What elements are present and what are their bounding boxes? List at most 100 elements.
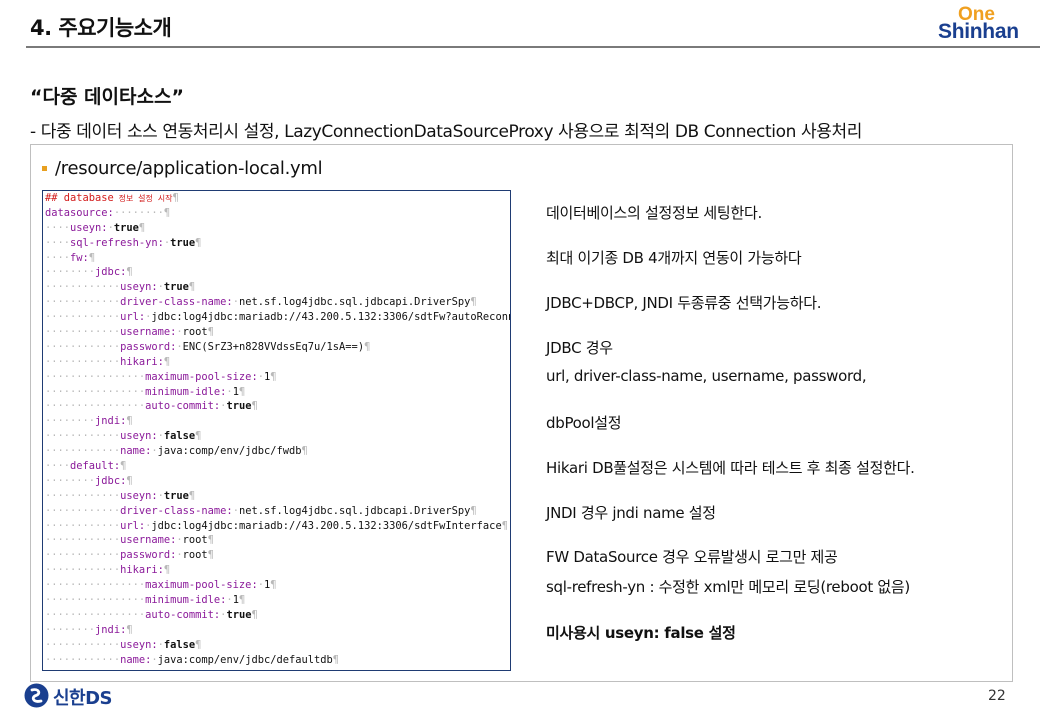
code-indent: ············ [45, 281, 121, 294]
pilcrow-mark: ¶ [188, 281, 196, 294]
code-key: maximum-pool-size: [145, 370, 258, 383]
code-indent: ···· [45, 236, 71, 249]
code-indent: ············ [45, 549, 121, 562]
shinhan-logo-icon [24, 683, 49, 708]
code-value: net.sf.log4jdbc.sql.jdbcapi.DriverSpy [238, 504, 471, 517]
code-key: username: [120, 534, 177, 547]
header-divider [26, 46, 1040, 48]
code-key: url: [120, 311, 146, 324]
code-indent: ················ [45, 594, 146, 607]
note-item: JDBC+DBCP, JNDI 두종류중 선택가능하다. [546, 294, 822, 312]
code-line: ················auto-commit:·true¶ [43, 399, 510, 414]
section-description: - 다중 데이터 소스 연동처리시 설정, LazyConnectionData… [30, 122, 862, 142]
code-value: true [226, 400, 252, 413]
code-indent: ···· [45, 460, 71, 473]
pilcrow-mark: ¶ [364, 340, 371, 353]
code-indent: ············ [45, 653, 121, 666]
code-key: sql-refresh-yn: [70, 236, 164, 249]
code-indent: ············ [45, 430, 121, 443]
code-key: jndi: [95, 415, 127, 428]
code-indent: ················ [45, 400, 146, 413]
code-value: jdbc:log4jdbc:mariadb://43.200.5.132:330… [151, 519, 502, 532]
code-line: ············url:·jdbc:log4jdbc:mariadb:/… [43, 519, 510, 534]
pilcrow-mark: ¶ [188, 489, 196, 502]
code-line: ············hikari:¶ [43, 563, 510, 578]
code-line: ········jdbc:¶ [43, 265, 510, 280]
code-line: ## database 정보 설정 시작¶ [43, 191, 510, 206]
code-value: false [163, 638, 196, 651]
pilcrow-mark: ¶ [332, 653, 340, 666]
code-line: ············password:·root¶ [43, 548, 510, 563]
pilcrow-mark: ¶ [301, 445, 308, 458]
code-indent: ············ [45, 519, 121, 532]
code-key: jdbc: [95, 266, 127, 279]
code-indent: ············ [45, 340, 121, 353]
code-indent: ········ [45, 266, 96, 279]
code-indent: ············ [45, 355, 121, 368]
code-indent: ···· [45, 221, 71, 234]
code-indent: ········ [45, 474, 96, 487]
code-key: useyn: [120, 638, 158, 651]
pilcrow-mark: ¶ [238, 385, 246, 398]
code-line: ················minimum-idle:·1¶ [43, 385, 510, 400]
code-key: hikari: [120, 355, 164, 368]
code-key: datasource: [45, 206, 114, 219]
code-indent: ················ [45, 385, 146, 398]
pilcrow-mark: ········¶ [113, 206, 171, 219]
code-key: useyn: [120, 430, 158, 443]
code-value: true [170, 236, 196, 249]
code-value: root [182, 534, 208, 547]
pilcrow-mark: ¶ [138, 221, 146, 234]
code-key: useyn: [120, 489, 158, 502]
note-item: 데이터베이스의 설정정보 세팅한다. [546, 204, 762, 222]
code-indent: ············ [45, 504, 121, 517]
pilcrow-mark: ¶ [126, 474, 133, 487]
code-line: ················maximum-pool-size:·1¶ [43, 370, 510, 385]
code-line: ············hikari:¶ [43, 355, 510, 370]
code-value: jdbc:log4jdbc:mariadb://43.200.5.132:330… [151, 311, 510, 324]
code-value: ENC(SrZ3+n828VVdssEq7u/1sA==) [182, 340, 365, 353]
pilcrow-mark: ¶ [470, 504, 477, 517]
note-item: dbPool설정 [546, 414, 622, 432]
code-line: ········jndi:¶ [43, 414, 510, 429]
code-key: minimum-idle: [145, 385, 227, 398]
pilcrow-mark: ¶ [88, 251, 96, 264]
code-line: datasource:········¶ [43, 206, 510, 221]
code-indent: ············ [45, 311, 121, 324]
code-key: maximum-pool-size: [145, 579, 258, 592]
note-item: FW DataSource 경우 오류발생시 로그만 제공 [546, 548, 838, 566]
code-value: java:comp/env/jdbc/defaultdb [157, 653, 333, 666]
code-key: minimum-idle: [145, 594, 227, 607]
code-key: hikari: [120, 564, 164, 577]
code-value: java:comp/env/jdbc/fwdb [157, 445, 302, 458]
pilcrow-mark: ¶ [470, 296, 477, 309]
code-key: password: [120, 549, 177, 562]
pilcrow-mark: ¶ [207, 534, 214, 547]
code-key: password: [120, 340, 177, 353]
pilcrow-mark: ¶ [251, 400, 258, 413]
code-line: ············username:·root¶ [43, 533, 510, 548]
code-line: ····fw:¶ [43, 251, 510, 266]
code-key: auto-commit: [145, 608, 221, 621]
pilcrow-mark: ¶ [172, 192, 179, 204]
pilcrow-mark: ¶ [163, 355, 171, 368]
pilcrow-mark: ¶ [238, 594, 246, 607]
code-indent: ············ [45, 564, 121, 577]
note-item: 미사용시 useyn: false 설정 [546, 624, 736, 642]
code-indent: ············ [45, 326, 121, 339]
code-value: root [182, 549, 208, 562]
code-indent: ················ [45, 370, 146, 383]
pilcrow-mark: ¶ [207, 549, 214, 562]
code-line: ············password:·ENC(SrZ3+n828VVdss… [43, 340, 510, 355]
code-line: ················maximum-pool-size:·1¶ [43, 578, 510, 593]
code-line: ········jndi:¶ [43, 623, 510, 638]
code-indent: ········ [45, 415, 96, 428]
code-key: name: [120, 653, 152, 666]
code-line: ············useyn:·false¶ [43, 429, 510, 444]
code-comment: ## database [45, 192, 114, 204]
code-line: ····useyn:·true¶ [43, 221, 510, 236]
code-indent: ········ [45, 623, 96, 636]
note-item: 최대 이기종 DB 4개까지 연동이 가능하다 [546, 249, 802, 267]
pilcrow-mark: ¶ [126, 415, 133, 428]
pilcrow-mark: ¶ [270, 370, 277, 383]
